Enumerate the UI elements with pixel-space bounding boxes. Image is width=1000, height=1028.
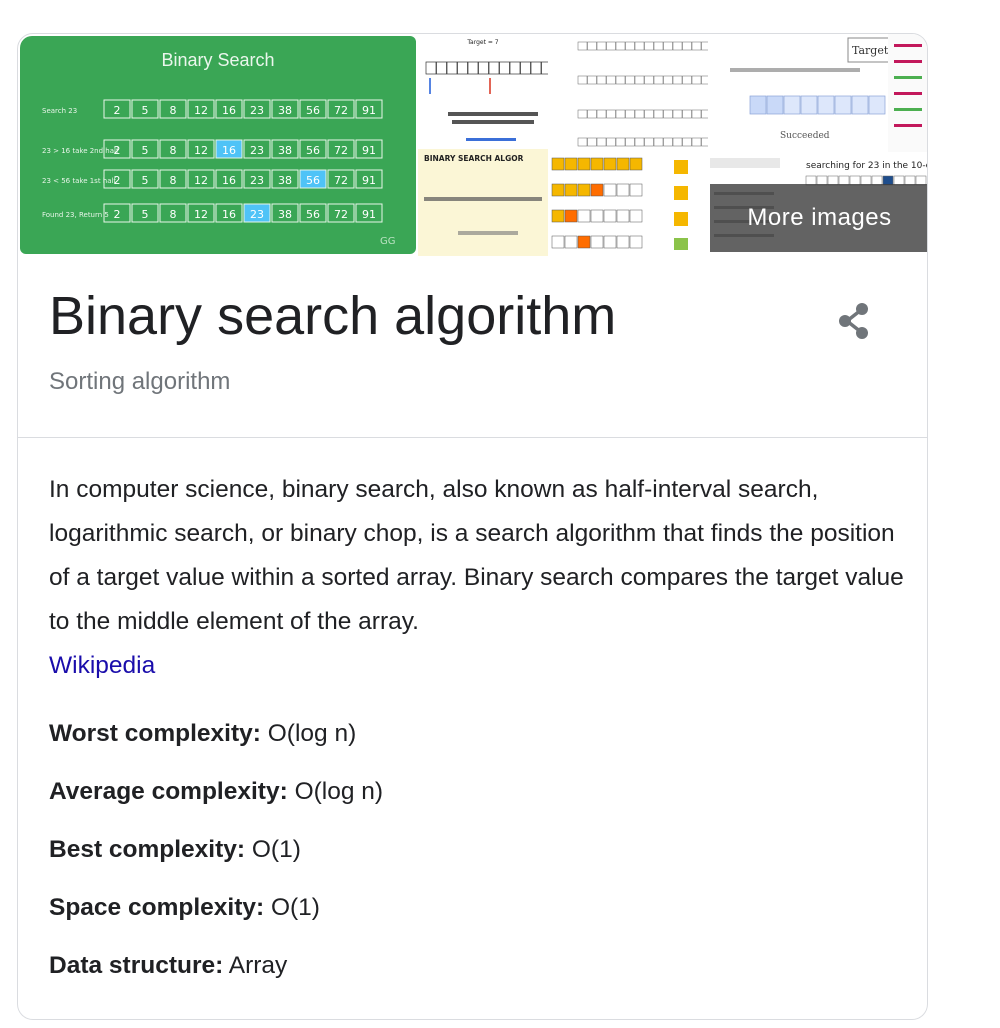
array-cell-value: 23 bbox=[250, 104, 264, 117]
fact-data-structure: Data structure: Array bbox=[49, 946, 909, 1004]
array-cell-value: 38 bbox=[278, 174, 292, 187]
array-cell-value: 8 bbox=[170, 144, 177, 157]
thumbnail-list[interactable] bbox=[888, 34, 927, 152]
thumb1-header: Target = 7 bbox=[466, 39, 498, 46]
facts-list: Worst complexity: O(log n) Average compl… bbox=[49, 714, 909, 1004]
main-image-diagram: Search 23 2 5 8 12 16 23 38 56 72 91 23 > 16 take 2… bbox=[42, 99, 396, 247]
array-cell-value: 5 bbox=[142, 174, 149, 187]
share-button[interactable] bbox=[830, 296, 880, 346]
array-cell-value: 2 bbox=[114, 144, 121, 157]
array-cell-value: 12 bbox=[194, 104, 208, 117]
thumb8-header: searching for 23 in the 10-el bbox=[806, 161, 928, 171]
thumb6-caption: Succeeded bbox=[780, 131, 830, 141]
array-cell-value: 56 bbox=[306, 174, 320, 187]
fact-key: Average complexity: bbox=[49, 778, 288, 805]
row-label: Found 23, Return 5 bbox=[42, 211, 109, 219]
fact-average-complexity: Average complexity: O(log n) bbox=[49, 772, 909, 830]
knowledge-panel: Binary Search Search 23 2 5 8 12 16 23 38 56 72 91… bbox=[17, 33, 928, 1020]
array-cell-value: 12 bbox=[194, 208, 208, 221]
array-cell-value: 56 bbox=[306, 144, 320, 157]
fact-space-complexity: Space complexity: O(1) bbox=[49, 888, 909, 946]
description-text: In computer science, binary search, also… bbox=[49, 476, 904, 635]
array-cell-value: 56 bbox=[306, 208, 320, 221]
array-cell-value: 72 bbox=[334, 208, 348, 221]
array-cell-value: 16 bbox=[222, 144, 236, 157]
array-cell-value: 8 bbox=[170, 104, 177, 117]
array-cell-value: 5 bbox=[142, 104, 149, 117]
array-cell-value: 16 bbox=[222, 208, 236, 221]
thumb6-header: Target val bbox=[852, 44, 888, 57]
thumbnail-target-7[interactable]: Target = 7 bbox=[418, 34, 548, 149]
row-label: 23 > 16 take 2nd half bbox=[42, 147, 119, 155]
thumbnail-binary-search-algorithm[interactable]: BINARY SEARCH ALGOR bbox=[418, 149, 548, 256]
logo-mark: GG bbox=[380, 236, 396, 247]
fact-value: O(1) bbox=[270, 894, 320, 921]
section-divider bbox=[18, 437, 927, 438]
array-cell-value: 91 bbox=[362, 208, 376, 221]
array-cell-value: 91 bbox=[362, 104, 376, 117]
thumbnail-column-boxes[interactable] bbox=[666, 152, 710, 256]
array-cell-value: 12 bbox=[194, 174, 208, 187]
fact-worst-complexity: Worst complexity: O(log n) bbox=[49, 714, 909, 772]
array-cell-value: 2 bbox=[114, 208, 121, 221]
row-label: 23 < 56 take 1st half bbox=[42, 177, 116, 185]
fact-value: O(log n) bbox=[267, 720, 357, 747]
array-cell-value: 23 bbox=[250, 208, 264, 221]
array-cell-value: 72 bbox=[334, 104, 348, 117]
thumbnail-orange-boxes[interactable] bbox=[548, 152, 666, 256]
array-cell-value: 38 bbox=[278, 104, 292, 117]
image-strip: Binary Search Search 23 2 5 8 12 16 23 38 56 72 91… bbox=[18, 34, 928, 256]
array-cell-value: 72 bbox=[334, 174, 348, 187]
array-cell-value: 23 bbox=[250, 144, 264, 157]
array-cell-value: 8 bbox=[170, 208, 177, 221]
share-icon bbox=[839, 303, 868, 339]
fact-value: O(1) bbox=[251, 836, 301, 863]
array-cell-value: 2 bbox=[114, 104, 121, 117]
fact-key: Best complexity: bbox=[49, 836, 246, 863]
fact-best-complexity: Best complexity: O(1) bbox=[49, 830, 909, 888]
array-cell-value: 38 bbox=[278, 144, 292, 157]
array-cell-value: 91 bbox=[362, 174, 376, 187]
main-image-binary-search[interactable]: Binary Search Search 23 2 5 8 12 16 23 38 56 72 91… bbox=[20, 36, 416, 254]
array-cell-value: 23 bbox=[250, 174, 264, 187]
array-cell-value: 56 bbox=[306, 104, 320, 117]
array-cell-value: 16 bbox=[222, 174, 236, 187]
entity-title: Binary search algorithm bbox=[49, 286, 617, 346]
array-cell-value: 91 bbox=[362, 144, 376, 157]
array-cell-value: 2 bbox=[114, 174, 121, 187]
array-cell-value: 16 bbox=[222, 104, 236, 117]
fact-key: Worst complexity: bbox=[49, 720, 261, 747]
more-images-button[interactable]: More images bbox=[710, 184, 927, 252]
array-cell-value: 5 bbox=[142, 208, 149, 221]
entity-subtitle: Sorting algorithm bbox=[49, 368, 231, 395]
thumbnail-array-steps[interactable] bbox=[548, 34, 708, 152]
row-label: Search 23 bbox=[42, 107, 77, 115]
array-cell-value: 8 bbox=[170, 174, 177, 187]
fact-value: O(log n) bbox=[294, 778, 384, 805]
array-cell-value: 12 bbox=[194, 144, 208, 157]
array-cell-value: 5 bbox=[142, 144, 149, 157]
thumb2-header: BINARY SEARCH ALGOR bbox=[424, 154, 524, 163]
wikipedia-link[interactable]: Wikipedia bbox=[49, 652, 155, 679]
thumbnail-nearest-neighbor[interactable]: Target val Succeeded bbox=[710, 34, 888, 152]
array-cell-value: 72 bbox=[334, 144, 348, 157]
fact-value: Array bbox=[228, 952, 288, 979]
fact-key: Data structure: bbox=[49, 952, 224, 979]
array-cell-value: 38 bbox=[278, 208, 292, 221]
fact-key: Space complexity: bbox=[49, 894, 265, 921]
entity-description: In computer science, binary search, also… bbox=[49, 468, 909, 688]
